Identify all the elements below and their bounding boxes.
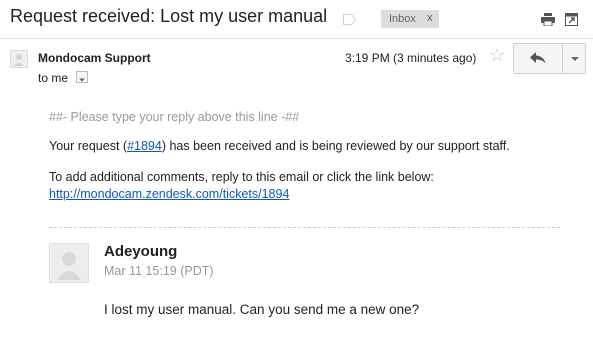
more-options-button[interactable] [563, 44, 586, 73]
para1-suffix: ) has been received and is being reviewe… [161, 139, 510, 153]
new-window-icon[interactable] [565, 13, 578, 26]
remove-label-button[interactable]: x [427, 12, 433, 24]
request-status-paragraph: Your request (#1894) has been received a… [49, 139, 510, 153]
chevron-down-icon [571, 57, 579, 61]
print-icon[interactable] [541, 13, 555, 27]
recipient-details-dropdown[interactable] [76, 71, 88, 83]
sender-avatar [10, 50, 28, 68]
header-divider [0, 38, 593, 39]
recipient-text: to me [38, 71, 69, 85]
para1-prefix: Your request ( [49, 139, 128, 153]
comment-text: I lost my user manual. Can you send me a… [104, 302, 420, 317]
star-icon[interactable]: ☆ [489, 46, 505, 64]
ticket-url-link[interactable]: http://mondocam.zendesk.com/tickets/1894 [49, 187, 289, 201]
instructions-paragraph: To add additional comments, reply to thi… [49, 170, 434, 184]
commenter-avatar [49, 243, 89, 283]
inbox-label-text: Inbox [389, 13, 416, 25]
inbox-label-chip: Inbox x [381, 10, 439, 28]
chevron-down-icon [79, 78, 85, 82]
reply-button[interactable] [514, 44, 563, 73]
comment-divider [49, 227, 560, 228]
email-subject: Request received: Lost my user manual [10, 6, 328, 26]
reply-separator-line: ##- Please type your reply above this li… [49, 110, 300, 124]
reply-icon [530, 52, 546, 64]
message-time: 3:19 PM (3 minutes ago) [345, 51, 477, 65]
comment-date: Mar 11 15:19 (PDT) [104, 264, 214, 278]
comment-author: Adeyoung [104, 243, 178, 260]
ticket-link[interactable]: #1894 [127, 139, 162, 153]
sender-name[interactable]: Mondocam Support [38, 51, 151, 65]
reply-button-group [513, 43, 586, 74]
label-tag-icon[interactable] [343, 12, 357, 25]
